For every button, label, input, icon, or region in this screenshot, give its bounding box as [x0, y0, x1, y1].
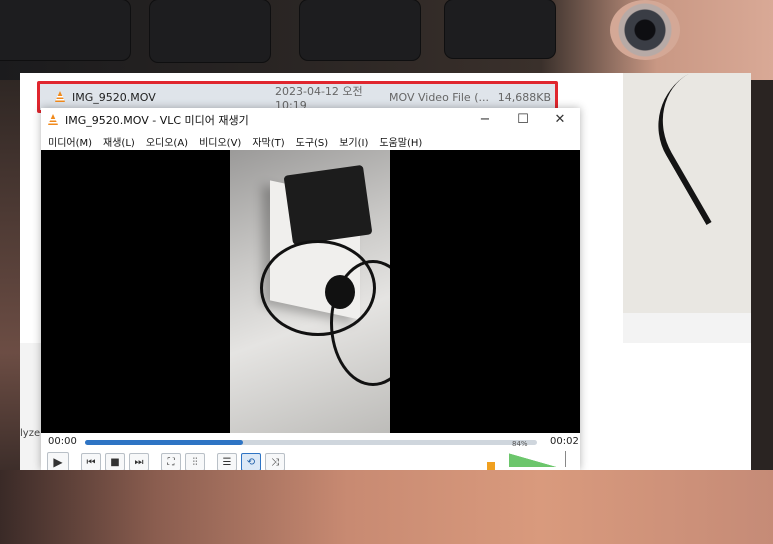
menu-playback[interactable]: 재생(L)	[103, 134, 135, 149]
time-total: 00:02	[550, 436, 579, 447]
video-black-object	[283, 164, 373, 246]
video-frame	[230, 150, 390, 433]
volume-slider[interactable]	[509, 451, 566, 467]
vlc-menu-bar: 미디어(M) 재생(L) 오디오(A) 비디오(V) 자막(T) 도구(S) 보…	[41, 132, 580, 150]
background-photo-left	[0, 80, 20, 470]
menu-view[interactable]: 보기(I)	[339, 134, 368, 149]
stop-button[interactable]: ■	[105, 453, 125, 470]
menu-media[interactable]: 미디어(M)	[48, 134, 92, 149]
menu-audio[interactable]: 오디오(A)	[146, 134, 188, 149]
vlc-controls: 00:00 00:02 ▶ ⏮ ■ ⏭ ⛶ ⫶⫶ ☰ ⟲ ⤨ 84%	[41, 433, 580, 470]
keyboard-key	[150, 0, 270, 62]
shuffle-button[interactable]: ⤨	[265, 453, 285, 470]
menu-tools[interactable]: 도구(S)	[296, 134, 329, 149]
time-elapsed: 00:00	[48, 436, 77, 447]
speaker-icon[interactable]	[487, 462, 495, 470]
menu-subtitle[interactable]: 자막(T)	[252, 134, 284, 149]
vlc-cone-icon	[47, 114, 59, 126]
keyboard-key	[300, 0, 420, 60]
cable-image	[636, 73, 751, 226]
menu-video[interactable]: 비디오(V)	[199, 134, 241, 149]
vlc-cone-icon	[54, 91, 66, 103]
desktop-panel	[580, 343, 751, 470]
vlc-window-title: IMG_9520.MOV - VLC 미디어 재생기	[65, 114, 249, 127]
video-area[interactable]	[41, 150, 580, 433]
keyboard-key	[445, 0, 555, 58]
photo-preview	[623, 73, 751, 313]
menu-help[interactable]: 도움말(H)	[379, 134, 422, 149]
background-photo-bottom	[0, 470, 773, 544]
loop-button[interactable]: ⟲	[241, 453, 261, 470]
seek-bar-fill	[85, 440, 244, 445]
side-label: lyze	[20, 428, 41, 439]
phone-camera-lens	[610, 0, 680, 60]
close-button[interactable]: ✕	[545, 110, 575, 130]
minimize-button[interactable]: −	[470, 110, 500, 130]
file-type: MOV Video File (...	[389, 90, 489, 104]
play-button[interactable]: ▶	[47, 452, 69, 470]
file-size: 14,688KB	[497, 90, 551, 104]
volume-percent: 84%	[512, 440, 528, 448]
file-name: IMG_9520.MOV	[72, 90, 156, 104]
video-cable-knot	[325, 275, 355, 309]
next-button[interactable]: ⏭	[129, 453, 149, 470]
fullscreen-button[interactable]: ⛶	[161, 453, 181, 470]
vlc-window: IMG_9520.MOV - VLC 미디어 재생기 − ☐ ✕ 미디어(M) …	[41, 108, 580, 470]
vlc-title-bar[interactable]: IMG_9520.MOV - VLC 미디어 재생기 − ☐ ✕	[41, 108, 580, 132]
seek-bar[interactable]	[85, 440, 537, 445]
maximize-button[interactable]: ☐	[508, 110, 538, 130]
playlist-button[interactable]: ☰	[217, 453, 237, 470]
previous-button[interactable]: ⏮	[81, 453, 101, 470]
keyboard-key	[0, 0, 130, 60]
control-buttons: ▶ ⏮ ■ ⏭ ⛶ ⫶⫶ ☰ ⟲ ⤨	[47, 452, 289, 470]
equalizer-button[interactable]: ⫶⫶	[185, 453, 205, 470]
monitor-screen: IMG_9520.MOV 2023-04-12 오전 10:19 MOV Vid…	[20, 73, 751, 470]
